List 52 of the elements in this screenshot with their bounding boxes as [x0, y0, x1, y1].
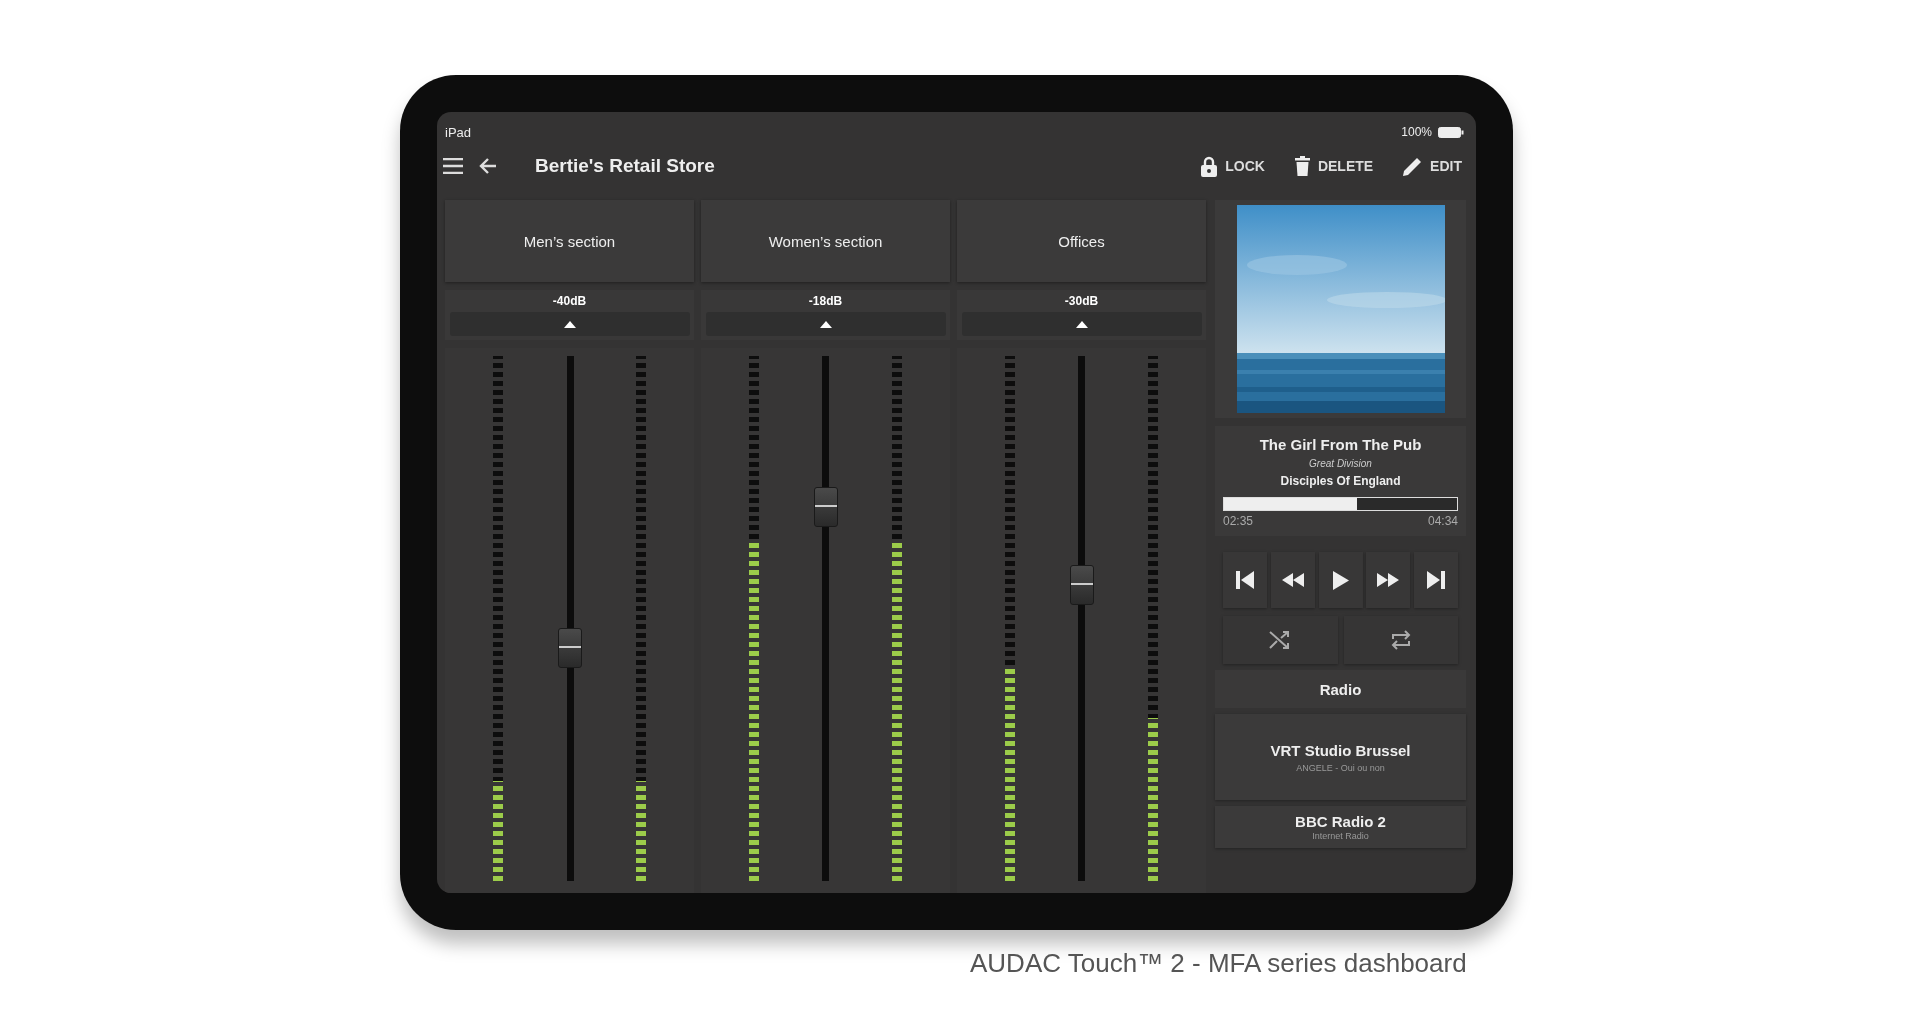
album-name: Great Division: [1309, 458, 1372, 469]
shuffle-button[interactable]: [1223, 616, 1338, 664]
rewind-button[interactable]: [1270, 552, 1315, 608]
shuffle-icon: [1269, 630, 1292, 650]
next-button[interactable]: [1414, 552, 1458, 608]
skip-back-icon: [1236, 571, 1254, 589]
trash-icon: [1294, 156, 1310, 176]
battery-percentage: 100%: [1401, 125, 1432, 139]
radio-station[interactable]: BBC Radio 2 Internet Radio: [1215, 806, 1466, 848]
fader-handle[interactable]: [557, 627, 582, 668]
page-title: Bertie's Retail Store: [535, 155, 716, 177]
fader-handle[interactable]: [813, 486, 838, 527]
caret-up-icon: [563, 320, 576, 328]
gain-value: -40dB: [552, 294, 587, 308]
pencil-icon: [1403, 156, 1423, 176]
lock-icon: [1201, 155, 1218, 177]
station-subtitle: ANGELE - Oui ou non: [1296, 762, 1385, 773]
radio-station[interactable]: VRT Studio Brussel ANGELE - Oui ou non: [1215, 714, 1466, 800]
fader-handle[interactable]: [1069, 564, 1094, 605]
edit-button[interactable]: EDIT: [1401, 154, 1464, 178]
skip-forward-icon: [1427, 571, 1445, 589]
back-arrow-icon[interactable]: [479, 158, 497, 174]
caption: AUDAC Touch™ 2 - MFA series dashboard: [970, 948, 1467, 979]
delete-button[interactable]: DELETE: [1292, 154, 1376, 178]
elapsed-time: 02:35: [1223, 514, 1254, 528]
fast-forward-button[interactable]: [1366, 552, 1411, 608]
progress-bar[interactable]: [1223, 497, 1458, 511]
menu-icon[interactable]: [443, 158, 463, 174]
repeat-button[interactable]: [1343, 616, 1458, 664]
gain-value: -18dB: [808, 294, 843, 308]
station-subtitle: Internet Radio: [1312, 831, 1369, 841]
rewind-icon: [1281, 573, 1304, 587]
lock-button[interactable]: LOCK: [1199, 153, 1267, 179]
zone-name: Offices: [1058, 232, 1105, 250]
track-duration: 04:34: [1427, 514, 1458, 528]
previous-button[interactable]: [1223, 552, 1267, 608]
radio-heading: Radio: [1319, 680, 1362, 698]
zone-name: Women’s section: [768, 232, 883, 250]
play-icon: [1332, 570, 1349, 590]
gain-value: -30dB: [1064, 294, 1099, 308]
artist-name: Disciples Of England: [1280, 474, 1401, 488]
track-title: The Girl From The Pub: [1259, 436, 1422, 453]
fast-forward-icon: [1377, 573, 1400, 587]
repeat-icon: [1389, 630, 1412, 650]
caret-up-icon: [819, 320, 832, 328]
device-name: iPad: [445, 124, 472, 140]
play-button[interactable]: [1318, 552, 1363, 608]
zone-name: Men’s section: [523, 232, 616, 250]
station-name: BBC Radio 2: [1295, 813, 1386, 830]
battery-icon: [1438, 126, 1464, 138]
station-name: VRT Studio Brussel: [1270, 741, 1411, 759]
caret-up-icon: [1075, 320, 1088, 328]
